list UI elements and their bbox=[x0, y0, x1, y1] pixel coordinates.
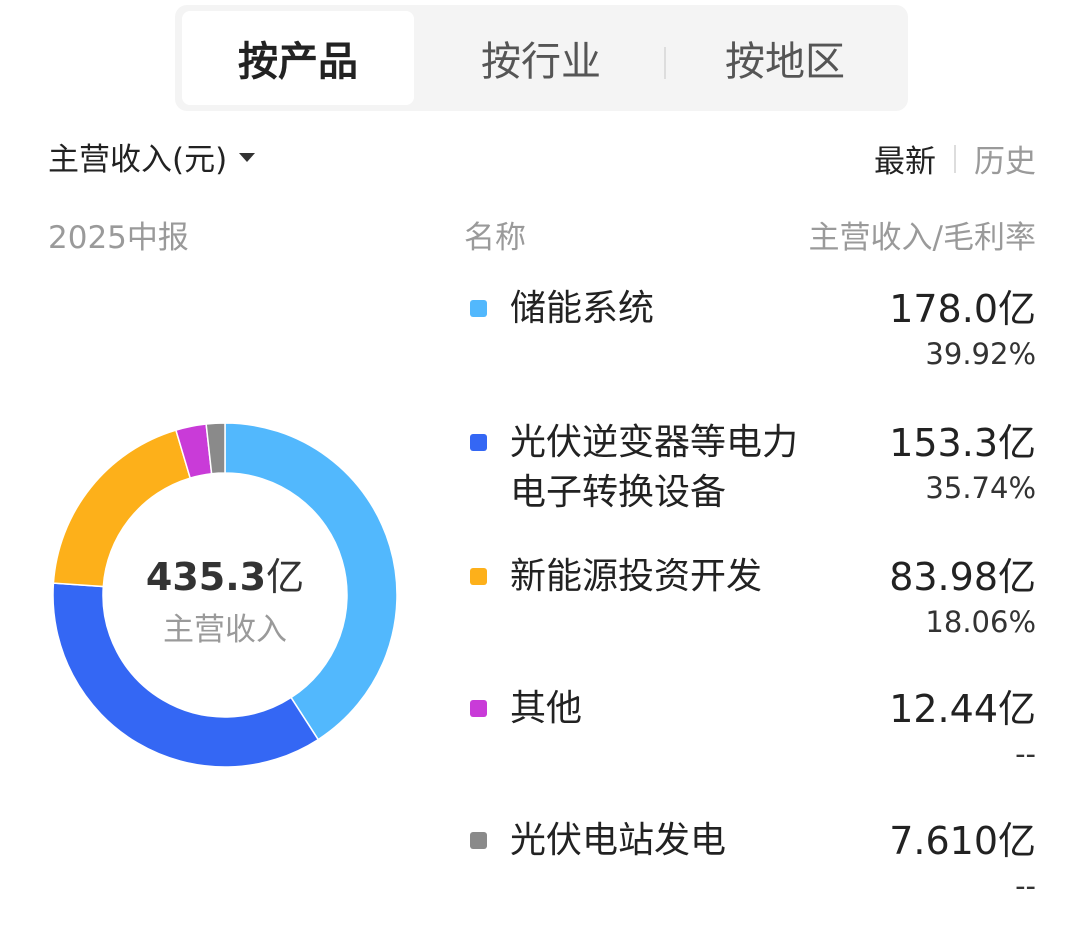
item-name: 其他 bbox=[510, 688, 583, 729]
metric-label: 主营收入(元) bbox=[48, 142, 228, 178]
item-margin: 35.74% bbox=[925, 471, 1036, 505]
caret-down-icon bbox=[239, 153, 256, 162]
donut-center-value: 435.3亿 bbox=[84, 546, 366, 601]
list-item[interactable]: 其他 12.44亿 -- bbox=[468, 687, 1036, 800]
tab-by-industry[interactable]: 按行业 bbox=[425, 11, 657, 105]
list-item[interactable]: 光伏逆变器等电力电子转换设备 153.3亿 35.74% bbox=[468, 421, 1036, 534]
item-margin: 18.06% bbox=[925, 605, 1036, 639]
item-margin: -- bbox=[1015, 737, 1036, 771]
toggle-latest[interactable]: 最新 bbox=[874, 136, 936, 181]
view-toggle: 最新 历史 bbox=[874, 136, 1036, 181]
tab-by-product[interactable]: 按产品 bbox=[182, 11, 414, 105]
column-header-value: 主营收入/毛利率 bbox=[808, 220, 1036, 256]
item-name: 新能源投资开发 bbox=[510, 556, 763, 597]
segment-tabs: 按产品 按行业 按地区 bbox=[175, 5, 908, 111]
list-item[interactable]: 新能源投资开发 83.98亿 18.06% bbox=[468, 555, 1036, 668]
tab-by-region[interactable]: 按地区 bbox=[669, 11, 901, 105]
item-name: 光伏电站发电 bbox=[510, 820, 727, 861]
metric-dropdown[interactable]: 主营收入(元) bbox=[48, 134, 256, 179]
item-margin: -- bbox=[1015, 869, 1036, 903]
item-name: 光伏逆变器等电力电子转换设备 bbox=[510, 422, 799, 513]
item-margin: 39.92% bbox=[925, 337, 1036, 371]
legend-dot-pv-inverter bbox=[470, 434, 487, 451]
toggle-history[interactable]: 历史 bbox=[974, 136, 1036, 181]
list-item[interactable]: 光伏电站发电 7.610亿 -- bbox=[468, 819, 1036, 932]
donut-center-unit: 亿 bbox=[266, 555, 305, 599]
item-revenue: 12.44亿 bbox=[889, 687, 1036, 731]
legend-dot-new-energy bbox=[470, 568, 487, 585]
column-header-name: 名称 bbox=[464, 220, 526, 256]
donut-center-number: 435.3 bbox=[145, 555, 267, 599]
item-revenue: 153.3亿 bbox=[889, 421, 1036, 465]
item-revenue: 7.610亿 bbox=[889, 819, 1036, 863]
item-revenue: 178.0亿 bbox=[889, 287, 1036, 331]
legend-dot-energy-storage bbox=[470, 300, 487, 317]
list-item[interactable]: 储能系统 178.0亿 39.92% bbox=[468, 287, 1036, 400]
legend-dot-pv-station bbox=[470, 832, 487, 849]
item-name: 储能系统 bbox=[510, 288, 655, 329]
report-period: 2025中报 bbox=[48, 220, 189, 256]
donut-center-label: 主营收入 bbox=[163, 612, 287, 648]
toggle-divider bbox=[954, 144, 956, 173]
tab-divider bbox=[664, 47, 666, 79]
item-revenue: 83.98亿 bbox=[889, 555, 1036, 599]
legend-dot-other bbox=[470, 700, 487, 717]
